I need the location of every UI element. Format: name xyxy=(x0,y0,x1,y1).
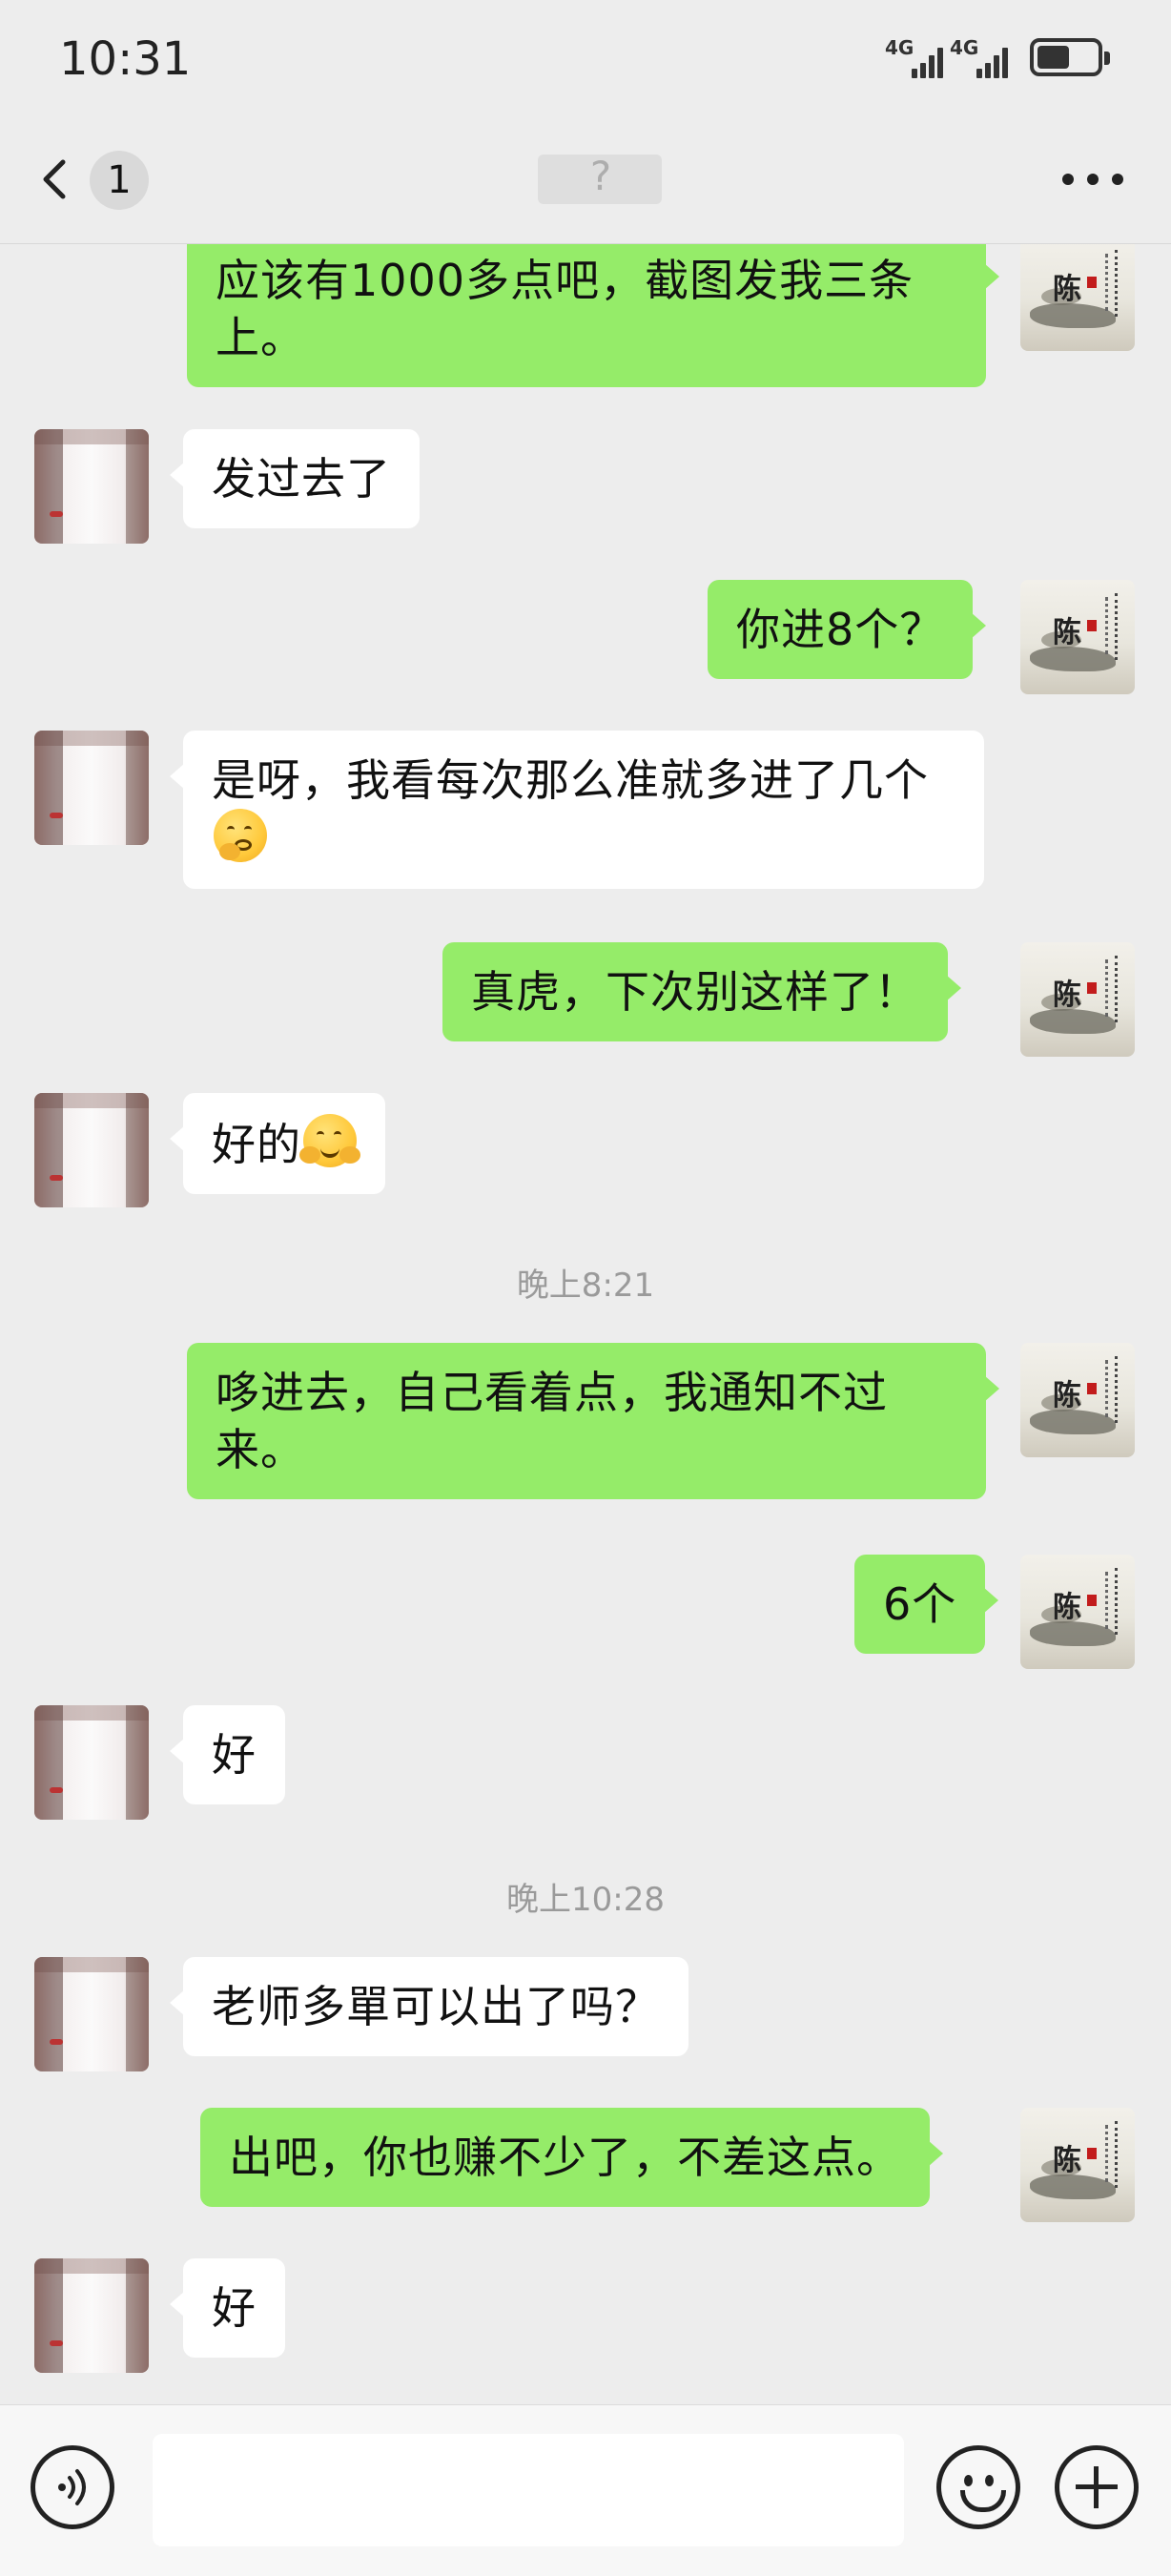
message-bubble-received[interactable]: 老师多單可以出了吗？ xyxy=(170,1957,688,2056)
timestamp: 晚上10:28 xyxy=(506,1881,665,1919)
status-bar: 10:31 4G 4G xyxy=(0,0,1171,114)
my-avatar[interactable]: 陈 xyxy=(1020,1555,1135,1669)
message-text: 6个 xyxy=(883,1578,957,1630)
message-bubble-received[interactable]: 好 xyxy=(170,1705,285,1804)
message-bubble-sent[interactable]: 你进8个？ xyxy=(708,580,987,679)
input-bar xyxy=(0,2404,1171,2576)
my-avatar[interactable]: 陈 xyxy=(1020,2108,1135,2222)
contact-avatar[interactable] xyxy=(34,1705,149,1820)
message-text: 好 xyxy=(212,1729,257,1781)
message-text: 你进8个？ xyxy=(736,604,945,655)
chat-header: 1 ? xyxy=(0,114,1171,244)
contact-avatar[interactable] xyxy=(34,1093,149,1207)
back-button[interactable] xyxy=(27,151,84,208)
hugging-face-emoji xyxy=(299,1114,360,1167)
message-text: 是呀，我看每次那么准就多进了几个 xyxy=(212,754,929,806)
message-text: 真虎，下次别这样了！ xyxy=(471,966,919,1018)
message-bubble-received[interactable]: 好 xyxy=(170,2258,285,2358)
message-bubble-sent[interactable]: 出吧，你也赚不少了，不差这点。 xyxy=(200,2108,943,2207)
signal-icon-2: 4G xyxy=(950,36,1011,82)
plus-button[interactable] xyxy=(1055,2445,1139,2529)
message-text: 发过去了 xyxy=(212,453,391,505)
voice-icon xyxy=(58,2469,86,2505)
my-avatar[interactable]: 陈 xyxy=(1020,580,1135,694)
contact-avatar[interactable] xyxy=(34,1957,149,2071)
chat-title-text: ? xyxy=(589,153,612,199)
timestamp: 晚上8:21 xyxy=(516,1267,655,1305)
contact-avatar[interactable] xyxy=(34,2258,149,2373)
message-text: 好的 xyxy=(212,1119,301,1170)
message-text: 哆进去，自己看着点，我通知不过来。 xyxy=(216,1367,888,1475)
status-time: 10:31 xyxy=(59,32,192,86)
battery-icon xyxy=(1030,38,1110,76)
contact-avatar[interactable] xyxy=(34,429,149,544)
emoji-button[interactable] xyxy=(936,2445,1020,2529)
message-bubble-received[interactable]: 是呀，我看每次那么准就多进了几个 xyxy=(170,731,984,889)
message-list[interactable]: 应该有1000多点吧，截图发我三条上。 陈 发过去了 你进8个？ 陈 是呀，我看… xyxy=(0,244,1171,2403)
message-input[interactable] xyxy=(153,2434,904,2546)
message-text: 好 xyxy=(212,2282,257,2334)
message-bubble-sent[interactable]: 应该有1000多点吧，截图发我三条上。 xyxy=(187,244,999,387)
unread-count-badge[interactable]: 1 xyxy=(90,151,149,210)
more-options-button[interactable] xyxy=(1062,170,1125,189)
signal-icon: 4G xyxy=(885,36,946,82)
my-avatar[interactable]: 陈 xyxy=(1020,1343,1135,1457)
my-avatar[interactable]: 陈 xyxy=(1020,244,1135,351)
message-bubble-sent[interactable]: 6个 xyxy=(854,1555,999,1654)
chat-title[interactable]: ? xyxy=(534,153,668,206)
message-bubble-received[interactable]: 发过去了 xyxy=(170,429,420,528)
message-text: 应该有1000多点吧，截图发我三条上。 xyxy=(216,255,914,363)
contact-avatar[interactable] xyxy=(34,731,149,845)
thinking-face-emoji xyxy=(214,809,267,862)
message-text: 出吧，你也赚不少了，不差这点。 xyxy=(229,2132,901,2183)
message-bubble-sent[interactable]: 哆进去，自己看着点，我通知不过来。 xyxy=(187,1343,999,1499)
message-text: 老师多單可以出了吗？ xyxy=(212,1981,660,2032)
message-bubble-sent[interactable]: 真虎，下次别这样了！ xyxy=(442,942,961,1041)
message-bubble-received[interactable]: 好的 xyxy=(170,1093,385,1194)
my-avatar[interactable]: 陈 xyxy=(1020,942,1135,1057)
voice-input-button[interactable] xyxy=(31,2445,114,2529)
chevron-left-icon xyxy=(43,159,66,199)
